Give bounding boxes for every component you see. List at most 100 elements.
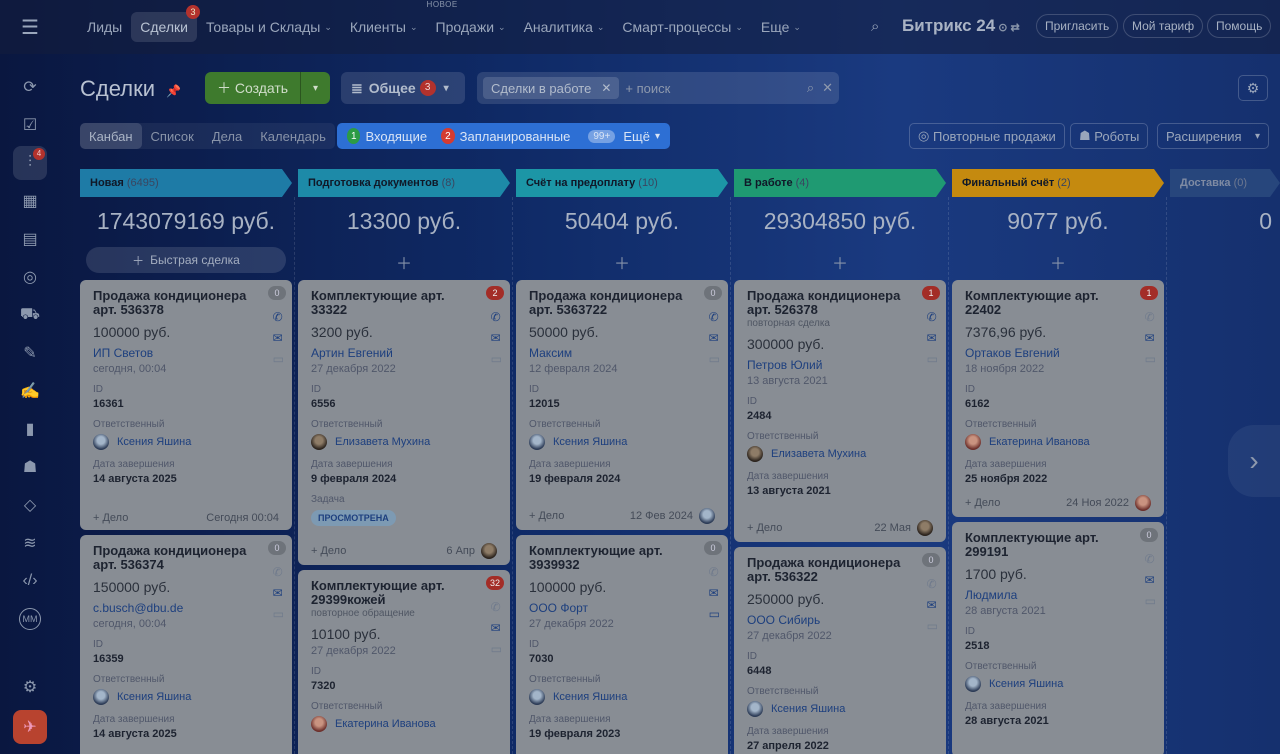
view-tab[interactable]: Список xyxy=(142,123,203,149)
clear-icon[interactable]: ✕ xyxy=(822,80,833,96)
deal-title[interactable]: Комплектующие арт. 29399кожей xyxy=(311,579,481,607)
chevron-down-icon[interactable]: ▾ xyxy=(301,83,330,94)
nav-item[interactable]: Смарт-процессы ⌄ xyxy=(613,12,751,42)
deal-card[interactable]: Продажа кондиционера арт. 536322 250000 р… xyxy=(734,547,946,754)
chat-icon[interactable]: ▭ xyxy=(491,642,502,656)
chat-icon[interactable]: ▭ xyxy=(1145,594,1156,608)
stage-header[interactable]: Подготовка документов (8) xyxy=(298,169,510,197)
chat-icon[interactable]: ▭ xyxy=(273,352,284,366)
view-tab[interactable]: Канбан xyxy=(80,123,142,149)
sidebar-avatar[interactable]: ММ xyxy=(13,602,47,636)
deal-title[interactable]: Продажа кондиционера арт. 536378 xyxy=(93,289,263,317)
deal-client[interactable]: ООО Форт xyxy=(529,601,715,615)
deal-card[interactable]: Продажа кондиционера арт. 536374 150000 р… xyxy=(80,535,292,754)
stage-header[interactable]: Новая (6495) xyxy=(80,169,292,197)
quick-deal-button[interactable]: ＋ Быстрая сделка xyxy=(86,247,286,273)
help-button[interactable]: Помощь xyxy=(1207,14,1272,38)
add-activity-button[interactable]: + Дело xyxy=(965,497,1000,509)
deal-client[interactable]: Петров Юлий xyxy=(747,358,933,372)
repeat-sales-button[interactable]: ◎ Повторные продажи xyxy=(909,123,1065,149)
chevron-right-icon[interactable]: › xyxy=(1228,425,1280,497)
responsible[interactable]: Ксения Яшина xyxy=(529,434,715,450)
nav-item[interactable]: Сделки 3 xyxy=(131,5,200,42)
add-activity-button[interactable]: + Дело xyxy=(93,512,128,524)
sidebar-rocket-icon[interactable]: ✈ xyxy=(13,710,47,744)
stage-header[interactable]: Счёт на предоплату (10) xyxy=(516,169,728,197)
responsible[interactable]: Екатерина Иванова xyxy=(965,434,1151,450)
pin-icon[interactable]: 📌 xyxy=(166,84,181,98)
deal-title[interactable]: Комплектующие арт. 299191 xyxy=(965,531,1135,559)
responsible[interactable]: Ксения Яшина xyxy=(529,689,715,705)
more-button[interactable]: Ещё xyxy=(623,129,650,144)
phone-icon[interactable]: ✆ xyxy=(709,565,720,579)
deal-card[interactable]: Комплектующие арт. 299191 1700 руб. Людмил… xyxy=(952,522,1164,754)
responsible[interactable]: Ксения Яшина xyxy=(93,434,279,450)
search-icon[interactable]: ⌕ xyxy=(871,18,879,35)
sidebar-crm-icon[interactable]: ⫶ 4 xyxy=(13,146,47,180)
sidebar-calendar-icon[interactable]: ▦ xyxy=(13,184,47,218)
extensions-button[interactable]: Расширения ▾ xyxy=(1157,123,1269,149)
mail-icon[interactable]: ✉ xyxy=(273,331,284,345)
deal-card[interactable]: Продажа кондиционера арт. 536378 100000 р… xyxy=(80,280,292,530)
stage-header[interactable]: В работе (4) xyxy=(734,169,946,197)
deal-client[interactable]: Максим xyxy=(529,346,715,360)
sidebar-sign-icon[interactable]: ✍ xyxy=(13,374,47,408)
phone-icon[interactable]: ✆ xyxy=(491,600,502,614)
create-button[interactable]: ＋ Создать ▾ xyxy=(205,72,330,104)
deal-client[interactable]: ИП Светов xyxy=(93,346,279,360)
deal-title[interactable]: Продажа кондиционера арт. 536322 xyxy=(747,556,917,584)
menu-icon[interactable]: ☰ xyxy=(0,0,60,54)
mail-icon[interactable]: ✉ xyxy=(491,331,502,345)
stage-header[interactable]: Финальный счёт (2) xyxy=(952,169,1164,197)
nav-item[interactable]: Лиды xyxy=(78,12,131,42)
deal-client[interactable]: c.busch@dbu.de xyxy=(93,601,279,615)
search-input[interactable]: + поиск xyxy=(625,81,806,96)
add-activity-button[interactable]: + Дело xyxy=(747,522,782,534)
sidebar-store-icon[interactable]: ▤ xyxy=(13,222,47,256)
mail-icon[interactable]: ✉ xyxy=(709,586,720,600)
phone-icon[interactable]: ✆ xyxy=(709,310,720,324)
deal-client[interactable]: ООО Сибирь xyxy=(747,613,933,627)
sidebar-tasks-icon[interactable]: ☑ xyxy=(13,108,47,142)
phone-icon[interactable]: ✆ xyxy=(1145,552,1156,566)
sidebar-cart-icon[interactable]: ⛟ xyxy=(13,298,47,332)
mail-icon[interactable]: ✉ xyxy=(1145,331,1156,345)
mail-icon[interactable]: ✉ xyxy=(491,621,502,635)
responsible[interactable]: Ксения Яшина xyxy=(747,701,933,717)
chat-icon[interactable]: ▭ xyxy=(1145,352,1156,366)
invite-button[interactable]: Пригласить xyxy=(1036,14,1119,38)
mail-icon[interactable]: ✉ xyxy=(1145,573,1156,587)
responsible[interactable]: Елизавета Мухина xyxy=(311,434,497,450)
add-activity-button[interactable]: + Дело xyxy=(529,510,564,522)
filter-preset[interactable]: ≣ Общее 3 ▾ xyxy=(341,72,465,104)
deal-title[interactable]: Комплектующие арт. 3939932 xyxy=(529,544,699,572)
phone-icon[interactable]: ✆ xyxy=(491,310,502,324)
mail-icon[interactable]: ✉ xyxy=(709,331,720,345)
filter-chip[interactable]: Сделки в работе ✕ xyxy=(483,77,620,99)
robots-button[interactable]: ☗ Роботы xyxy=(1070,123,1149,149)
responsible[interactable]: Ксения Яшина xyxy=(965,676,1151,692)
search-icon[interactable]: ⌕ xyxy=(807,80,814,96)
add-activity-button[interactable]: + Дело xyxy=(311,545,346,557)
add-deal-button[interactable]: ＋ xyxy=(516,245,728,279)
responsible[interactable]: Екатерина Иванова xyxy=(311,716,497,732)
deal-title[interactable]: Продажа кондиционера арт. 536374 xyxy=(93,544,263,572)
deal-card[interactable]: Комплектующие арт. 33322 3200 руб. Артин Е… xyxy=(298,280,510,565)
chat-icon[interactable]: ▭ xyxy=(709,607,720,621)
mail-icon[interactable]: ✉ xyxy=(273,586,284,600)
phone-icon[interactable]: ✆ xyxy=(273,310,284,324)
sidebar-analytics-icon[interactable]: ▮ xyxy=(13,412,47,446)
add-deal-button[interactable]: ＋ xyxy=(734,245,946,279)
responsible[interactable]: Елизавета Мухина xyxy=(747,446,933,462)
mail-icon[interactable]: ✉ xyxy=(927,598,938,612)
phone-icon[interactable]: ✆ xyxy=(1145,310,1156,324)
responsible[interactable]: Ксения Яшина xyxy=(93,689,279,705)
chat-icon[interactable]: ▭ xyxy=(273,607,284,621)
counter-incoming[interactable]: Входящие xyxy=(365,129,427,144)
deal-card[interactable]: Комплектующие арт. 29399кожей повторное о… xyxy=(298,570,510,754)
nav-item[interactable]: Продажи ⌄ НОВОЕ xyxy=(427,0,515,42)
deal-client[interactable]: Людмила xyxy=(965,588,1151,602)
deal-client[interactable]: Ортаков Евгений xyxy=(965,346,1151,360)
deal-card[interactable]: Продажа кондиционера арт. 526378 повторна… xyxy=(734,280,946,542)
deal-card[interactable]: Комплектующие арт. 3939932 100000 руб. ООО… xyxy=(516,535,728,754)
